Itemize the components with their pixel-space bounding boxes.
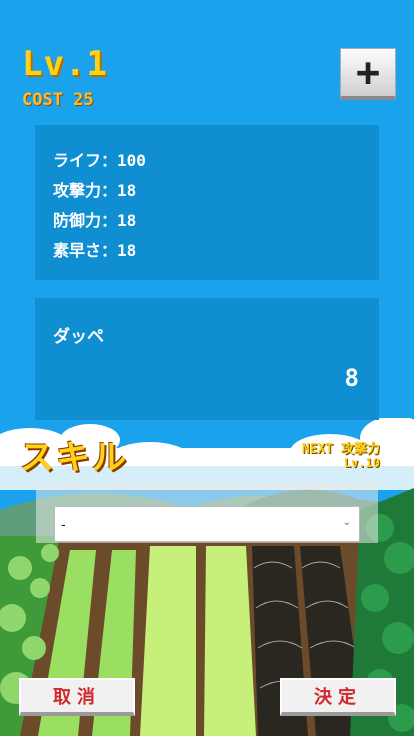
chevron-down-icon: ⌄ bbox=[342, 517, 351, 528]
skill-select[interactable]: - ⌄ bbox=[54, 506, 360, 542]
stats-panel: ライフ：100 攻撃力：18 防御力：18 素早さ：18 bbox=[35, 125, 379, 280]
confirm-button[interactable]: 決定 bbox=[280, 678, 396, 716]
stat-life: ライフ：100 bbox=[53, 151, 146, 170]
character-name: ダッペ bbox=[53, 327, 104, 347]
next-skill-level: Lv.10 bbox=[343, 456, 380, 470]
plus-icon: + bbox=[355, 49, 381, 96]
cancel-button[interactable]: 取消 bbox=[19, 678, 135, 716]
skill-title: スキル bbox=[20, 438, 128, 478]
add-button[interactable]: + bbox=[340, 48, 396, 100]
next-skill-label: NEXT 攻撃力 bbox=[301, 442, 380, 457]
stat-attack: 攻撃力：18 bbox=[53, 181, 137, 200]
cost-label: COST 25 bbox=[22, 90, 94, 110]
character-panel: ダッペ 8 bbox=[35, 298, 379, 420]
stat-defense: 防御力：18 bbox=[53, 211, 137, 230]
stat-speed: 素早さ：18 bbox=[53, 241, 137, 260]
character-number: 8 bbox=[344, 364, 359, 392]
player-level: Lv.1 bbox=[22, 44, 108, 84]
skill-selected-value: - bbox=[61, 516, 66, 532]
